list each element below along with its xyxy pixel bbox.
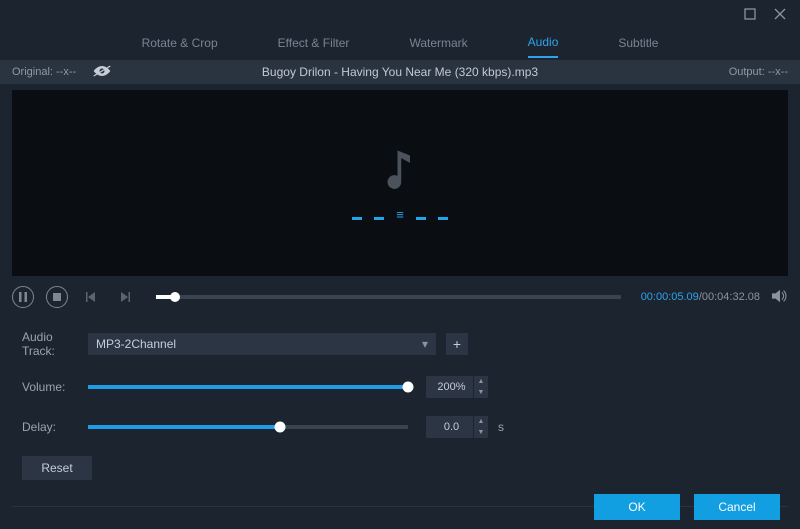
preview-area: ≡ [12, 90, 788, 276]
delay-slider[interactable] [88, 425, 408, 429]
delay-value: 0.0 [426, 421, 473, 433]
delay-step-down[interactable]: ▼ [474, 427, 488, 438]
tab-subtitle[interactable]: Subtitle [618, 28, 658, 58]
preview-visibility-icon[interactable] [92, 64, 112, 81]
volume-slider[interactable] [88, 385, 408, 389]
filename-label: Bugoy Drilon - Having You Near Me (320 k… [0, 65, 800, 79]
delay-value-stepper[interactable]: 0.0 ▲▼ [426, 416, 488, 438]
seek-bar[interactable] [156, 295, 621, 299]
title-bar [0, 0, 800, 28]
volume-value-stepper[interactable]: 200% ▲▼ [426, 376, 488, 398]
original-dimensions-label: Original: --x-- [12, 66, 76, 78]
dialog-footer: OK Cancel [0, 485, 800, 529]
time-display: 00:00:05.09/00:04:32.08 [641, 291, 760, 303]
volume-step-down[interactable]: ▼ [474, 387, 488, 398]
ok-button[interactable]: OK [594, 494, 680, 520]
audio-track-label: Audio Track: [22, 330, 88, 358]
volume-step-up[interactable]: ▲ [474, 376, 488, 387]
cancel-button[interactable]: Cancel [694, 494, 780, 520]
file-header: Original: --x-- Bugoy Drilon - Having Yo… [0, 60, 800, 84]
play-pause-button[interactable] [12, 286, 34, 308]
tab-rotate-crop[interactable]: Rotate & Crop [142, 28, 218, 58]
close-button[interactable] [766, 3, 794, 25]
volume-icon[interactable] [772, 289, 788, 306]
transport-bar: 00:00:05.09/00:04:32.08 [12, 282, 788, 312]
previous-frame-button[interactable] [80, 286, 102, 308]
maximize-button[interactable] [736, 3, 764, 25]
edit-tabs: Rotate & Crop Effect & Filter Watermark … [0, 28, 800, 58]
audio-track-value: MP3-2Channel [96, 337, 176, 351]
delay-step-up[interactable]: ▲ [474, 416, 488, 427]
stop-button[interactable] [46, 286, 68, 308]
music-note-icon [385, 147, 415, 192]
tab-effect-filter[interactable]: Effect & Filter [278, 28, 350, 58]
current-time: 00:00:05.09 [641, 291, 699, 303]
equalizer-icon: ≡ [352, 210, 448, 220]
tab-watermark[interactable]: Watermark [409, 28, 467, 58]
add-audio-track-button[interactable]: + [446, 333, 468, 355]
delay-unit: s [498, 420, 504, 434]
next-frame-button[interactable] [114, 286, 136, 308]
reset-button[interactable]: Reset [22, 456, 92, 480]
volume-label: Volume: [22, 380, 88, 394]
output-dimensions-label: Output: --x-- [729, 66, 788, 78]
delay-label: Delay: [22, 420, 88, 434]
volume-value: 200% [426, 381, 473, 393]
chevron-down-icon: ▾ [422, 337, 428, 351]
audio-controls: Audio Track: MP3-2Channel ▾ + Volume: 20… [0, 312, 800, 484]
audio-track-select[interactable]: MP3-2Channel ▾ [88, 333, 436, 355]
tab-audio[interactable]: Audio [528, 28, 559, 58]
